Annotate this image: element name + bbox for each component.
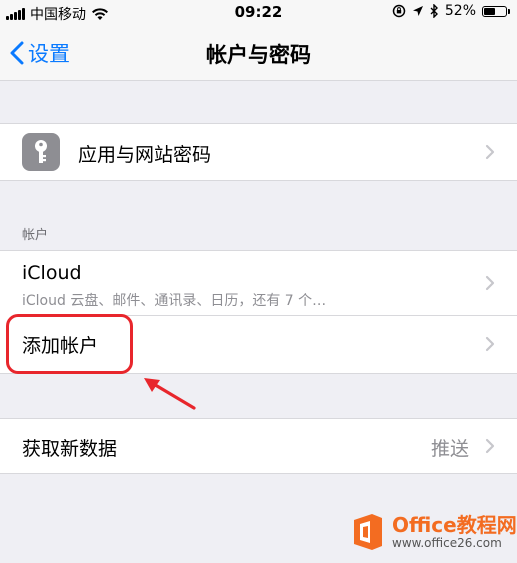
passwords-row[interactable]: 应用与网站密码 bbox=[0, 124, 517, 180]
office-logo-icon bbox=[354, 514, 382, 550]
status-right: 52% bbox=[392, 3, 510, 19]
location-icon bbox=[412, 6, 423, 16]
chevron-right-icon bbox=[485, 275, 495, 291]
pointer-arrow-icon bbox=[144, 378, 196, 410]
fetch-new-data-row[interactable]: 获取新数据 推送 bbox=[0, 419, 517, 473]
highlight-box bbox=[6, 314, 133, 374]
watermark-title: Office教程网 bbox=[392, 513, 517, 537]
battery-icon bbox=[482, 5, 510, 17]
fetch-new-data-label: 获取新数据 bbox=[22, 438, 118, 460]
navigation-bar: 设置 帐户与密码 bbox=[0, 26, 517, 81]
orientation-lock-icon bbox=[392, 4, 406, 18]
chevron-right-icon bbox=[485, 144, 495, 160]
watermark-url: www.office26.com bbox=[392, 536, 502, 550]
passwords-label: 应用与网站密码 bbox=[78, 144, 212, 166]
icloud-row[interactable]: iCloud iCloud 云盘、邮件、通讯录、日历，还有 7 个… bbox=[0, 251, 517, 316]
chevron-right-icon bbox=[485, 336, 495, 352]
fetch-group: 获取新数据 推送 bbox=[0, 418, 517, 474]
page-title: 帐户与密码 bbox=[206, 43, 311, 67]
key-icon bbox=[22, 133, 60, 171]
watermark: Office教程网 www.office26.com bbox=[350, 512, 517, 552]
chevron-right-icon bbox=[485, 438, 495, 454]
accounts-section-header: 帐户 bbox=[22, 228, 49, 243]
icloud-title: iCloud bbox=[22, 262, 82, 284]
watermark-text: Office教程网 www.office26.com bbox=[392, 515, 517, 549]
passwords-group: 应用与网站密码 bbox=[0, 123, 517, 181]
status-bar: 中国移动 09:22 52% bbox=[0, 0, 517, 26]
battery-level bbox=[484, 7, 495, 15]
battery-percent: 52% bbox=[444, 3, 476, 19]
bluetooth-icon bbox=[430, 4, 438, 18]
fetch-new-data-value: 推送 bbox=[430, 438, 469, 460]
icloud-subtitle: iCloud 云盘、邮件、通讯录、日历，还有 7 个… bbox=[22, 293, 327, 309]
